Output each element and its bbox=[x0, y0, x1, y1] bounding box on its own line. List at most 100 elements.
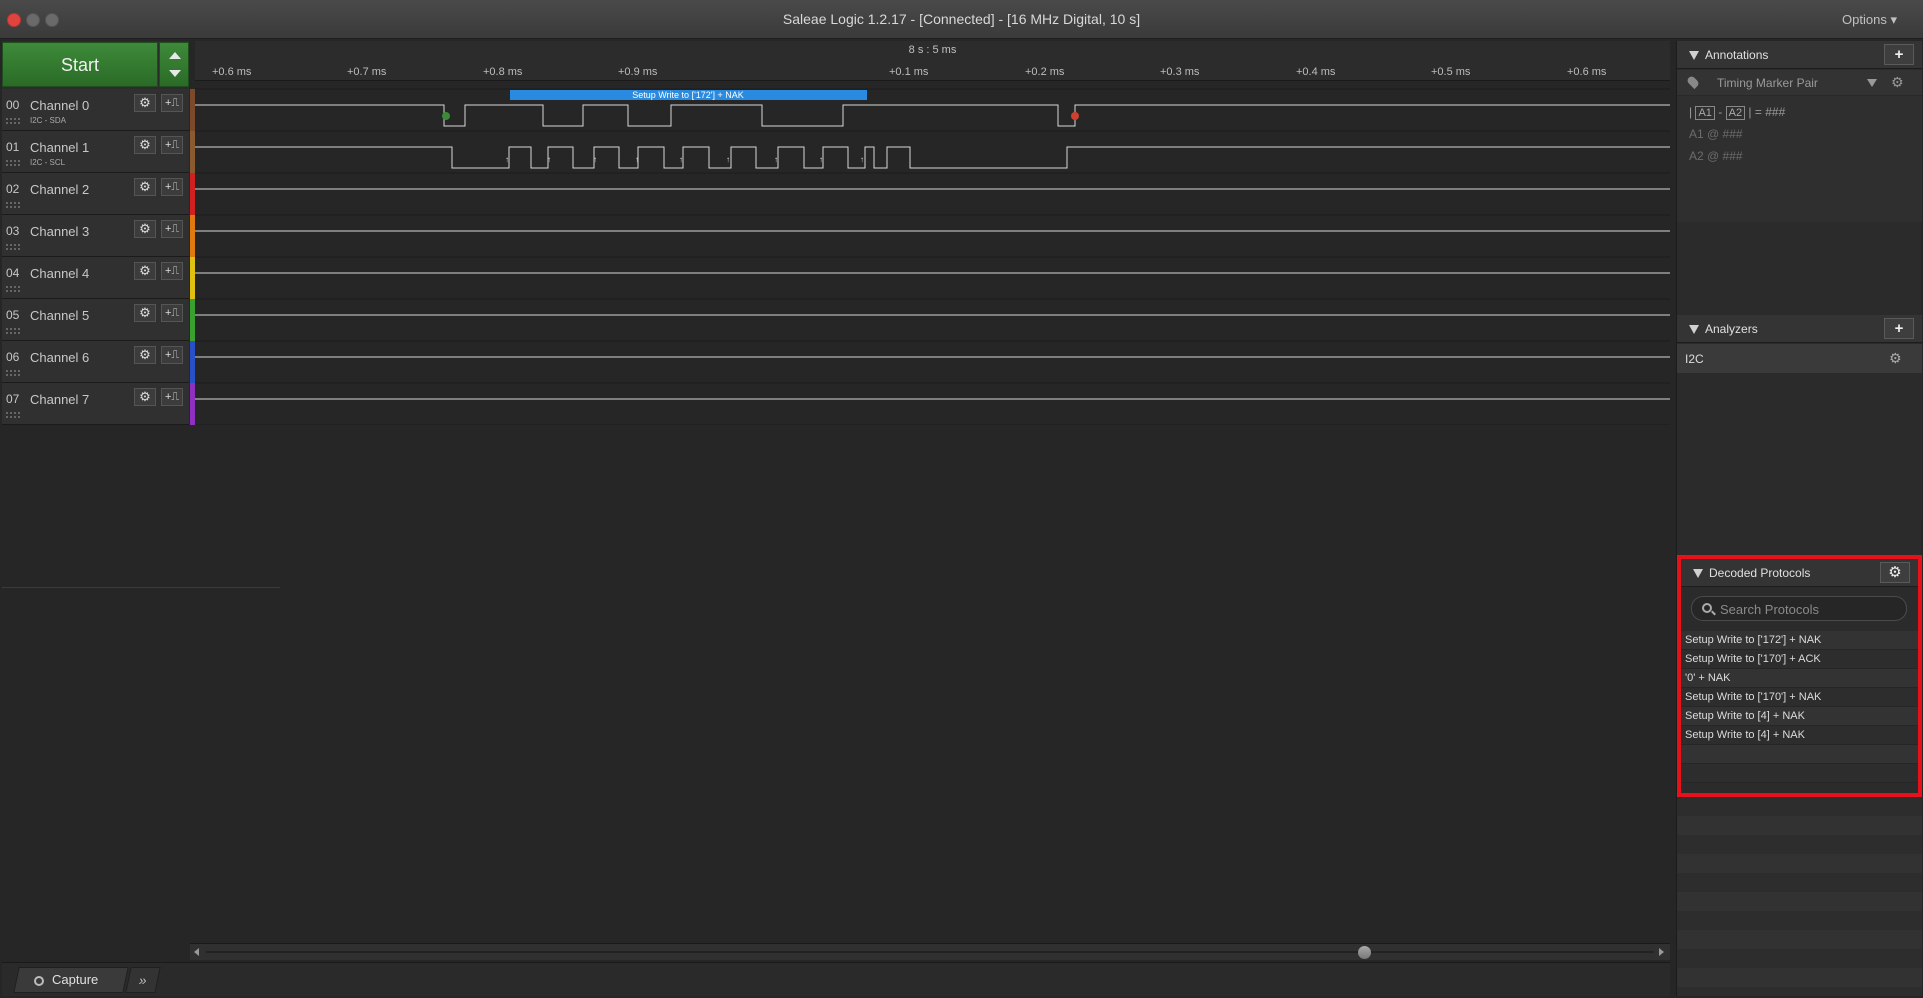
timeline-tick-label: +0.1 ms bbox=[889, 66, 929, 78]
decoded-protocol-item[interactable]: Setup Write to [4] + NAK bbox=[1681, 726, 1918, 745]
channel-name[interactable]: Channel 1 bbox=[30, 140, 89, 155]
timeline-ruler[interactable]: 8 s : 5 ms +0.6 ms +0.7 ms +0.8 ms +0.9 … bbox=[195, 41, 1670, 81]
decoded-frame-label: Setup Write to ['172'] + NAK bbox=[632, 90, 744, 100]
svg-text:↑: ↑ bbox=[726, 155, 730, 164]
svg-text:↑: ↑ bbox=[774, 155, 778, 164]
a2-badge: A2 bbox=[1725, 106, 1746, 120]
analyzer-item[interactable]: I2C ⚙ bbox=[1677, 344, 1922, 373]
channel-row-1[interactable]: 01 Channel 1 I2C - SCL ⚙ +⎍ bbox=[2, 131, 189, 173]
channel-row-3[interactable]: 03 Channel 3 ⚙ +⎍ bbox=[2, 215, 189, 257]
search-protocols-input[interactable] bbox=[1720, 600, 1900, 618]
decoded-protocol-item[interactable]: Setup Write to ['170'] + NAK bbox=[1681, 688, 1918, 707]
more-tabs-button[interactable]: » bbox=[125, 967, 161, 993]
marker-pin-icon bbox=[1685, 74, 1701, 90]
svg-text:↑: ↑ bbox=[679, 155, 683, 164]
start-options-toggle[interactable] bbox=[159, 42, 189, 87]
channel-analyzer-label: I2C - SCL bbox=[30, 158, 66, 167]
annotations-header[interactable]: Annotations + bbox=[1677, 41, 1922, 69]
channel-number: 04 bbox=[6, 266, 20, 280]
drag-handle-icon[interactable] bbox=[6, 412, 20, 418]
channel-settings-gear-icon[interactable]: ⚙ bbox=[134, 262, 156, 280]
collapse-triangle-icon[interactable] bbox=[1693, 569, 1703, 578]
analyzers-header[interactable]: Analyzers + bbox=[1677, 315, 1922, 343]
decoded-protocols-title: Decoded Protocols bbox=[1709, 566, 1811, 580]
trigger-edge-icon[interactable]: +⎍ bbox=[161, 94, 183, 112]
channel-name[interactable]: Channel 0 bbox=[30, 98, 89, 113]
triangle-down-icon bbox=[169, 70, 181, 77]
timeline-center-time: 8 s : 5 ms bbox=[908, 44, 957, 56]
trigger-edge-icon[interactable]: +⎍ bbox=[161, 388, 183, 406]
scroll-left-icon[interactable] bbox=[194, 948, 199, 956]
horizontal-scrollbar[interactable] bbox=[190, 943, 1670, 960]
channel-settings-gear-icon[interactable]: ⚙ bbox=[134, 346, 156, 364]
a1-badge: A1 bbox=[1695, 106, 1715, 120]
channel-settings-gear-icon[interactable]: ⚙ bbox=[134, 178, 156, 196]
options-menu[interactable]: Options ▾ bbox=[1842, 12, 1897, 28]
drag-handle-icon[interactable] bbox=[6, 286, 20, 292]
trigger-edge-icon[interactable]: +⎍ bbox=[161, 304, 183, 322]
marker-type-label: Timing Marker Pair bbox=[1717, 76, 1818, 90]
start-condition-marker bbox=[442, 112, 450, 120]
channel-settings-gear-icon[interactable]: ⚙ bbox=[134, 388, 156, 406]
analyzer-settings-gear-icon[interactable]: ⚙ bbox=[1889, 350, 1902, 367]
channel-name[interactable]: Channel 7 bbox=[30, 392, 89, 407]
channel-analyzer-label: I2C - SDA bbox=[30, 116, 67, 125]
svg-text:↑: ↑ bbox=[505, 155, 509, 164]
start-button[interactable]: Start bbox=[2, 42, 158, 87]
scroll-right-icon[interactable] bbox=[1659, 948, 1664, 956]
channel-number: 01 bbox=[6, 140, 20, 154]
channel-row-6[interactable]: 06 Channel 6 ⚙ +⎍ bbox=[2, 341, 189, 383]
window-title: Saleae Logic 1.2.17 - [Connected] - [16 … bbox=[782, 11, 1141, 27]
channel-settings-gear-icon[interactable]: ⚙ bbox=[134, 136, 156, 154]
trigger-edge-icon[interactable]: +⎍ bbox=[161, 220, 183, 238]
trigger-edge-icon[interactable]: +⎍ bbox=[161, 136, 183, 154]
channel-row-7[interactable]: 07 Channel 7 ⚙ +⎍ bbox=[2, 383, 189, 425]
channel-name[interactable]: Channel 6 bbox=[30, 350, 89, 365]
channel-settings-gear-icon[interactable]: ⚙ bbox=[134, 220, 156, 238]
decoded-protocol-item[interactable]: '0' + NAK bbox=[1681, 669, 1918, 688]
search-icon-handle bbox=[1711, 610, 1716, 616]
marker-settings-gear-icon[interactable]: ⚙ bbox=[1891, 74, 1904, 91]
channel-row-5[interactable]: 05 Channel 5 ⚙ +⎍ bbox=[2, 299, 189, 341]
timeline-tick-label: +0.2 ms bbox=[1025, 66, 1065, 78]
decoded-protocol-item[interactable]: Setup Write to ['172'] + NAK bbox=[1681, 631, 1918, 650]
triangle-up-icon bbox=[169, 52, 181, 59]
add-analyzer-button[interactable]: + bbox=[1884, 318, 1914, 339]
collapse-triangle-icon[interactable] bbox=[1689, 325, 1699, 334]
drag-handle-icon[interactable] bbox=[6, 370, 20, 376]
drag-handle-icon[interactable] bbox=[6, 118, 20, 124]
scroll-thumb[interactable] bbox=[1358, 946, 1371, 959]
timing-marker-pair-row[interactable]: Timing Marker Pair ⚙ bbox=[1677, 70, 1922, 96]
timeline-tick-label: +0.3 ms bbox=[1160, 66, 1200, 78]
decoded-protocol-item[interactable]: Setup Write to [4] + NAK bbox=[1681, 707, 1918, 726]
channel-row-0[interactable]: 00 Channel 0 I2C - SDA ⚙ +⎍ bbox=[2, 89, 189, 131]
collapse-triangle-icon[interactable] bbox=[1689, 51, 1699, 60]
channel-name[interactable]: Channel 3 bbox=[30, 224, 89, 239]
channel-row-2[interactable]: 02 Channel 2 ⚙ +⎍ bbox=[2, 173, 189, 215]
capture-tab[interactable]: Capture bbox=[20, 967, 126, 993]
drag-handle-icon[interactable] bbox=[6, 328, 20, 334]
decoded-protocol-item[interactable]: Setup Write to ['170'] + ACK bbox=[1681, 650, 1918, 669]
drag-handle-icon[interactable] bbox=[6, 202, 20, 208]
svg-text:↑: ↑ bbox=[593, 155, 597, 164]
search-protocols-box[interactable] bbox=[1691, 596, 1907, 621]
trigger-edge-icon[interactable]: +⎍ bbox=[161, 262, 183, 280]
trigger-edge-icon[interactable]: +⎍ bbox=[161, 178, 183, 196]
drag-handle-icon[interactable] bbox=[6, 160, 20, 166]
decoded-protocols-settings-gear-icon[interactable]: ⚙ bbox=[1880, 562, 1910, 583]
title-bar: Saleae Logic 1.2.17 - [Connected] - [16 … bbox=[0, 0, 1923, 39]
channel-settings-gear-icon[interactable]: ⚙ bbox=[134, 94, 156, 112]
channel-row-4[interactable]: 04 Channel 4 ⚙ +⎍ bbox=[2, 257, 189, 299]
add-annotation-button[interactable]: + bbox=[1884, 44, 1914, 65]
scroll-track[interactable] bbox=[206, 951, 1654, 953]
channel-settings-gear-icon[interactable]: ⚙ bbox=[134, 304, 156, 322]
trigger-edge-icon[interactable]: +⎍ bbox=[161, 346, 183, 364]
decoded-protocols-header[interactable]: Decoded Protocols ⚙ bbox=[1681, 559, 1918, 587]
dropdown-arrow-icon[interactable] bbox=[1867, 79, 1877, 87]
drag-handle-icon[interactable] bbox=[6, 244, 20, 250]
idle-channel-lines bbox=[195, 188, 1670, 400]
waveform-view[interactable]: Setup Write to ['172'] + NAK ↑ ↑ ↑ ↑ ↑ ↑ ↑ ↑ ↑ bbox=[195, 81, 1670, 425]
channel-name[interactable]: Channel 4 bbox=[30, 266, 89, 281]
channel-name[interactable]: Channel 2 bbox=[30, 182, 89, 197]
channel-name[interactable]: Channel 5 bbox=[30, 308, 89, 323]
